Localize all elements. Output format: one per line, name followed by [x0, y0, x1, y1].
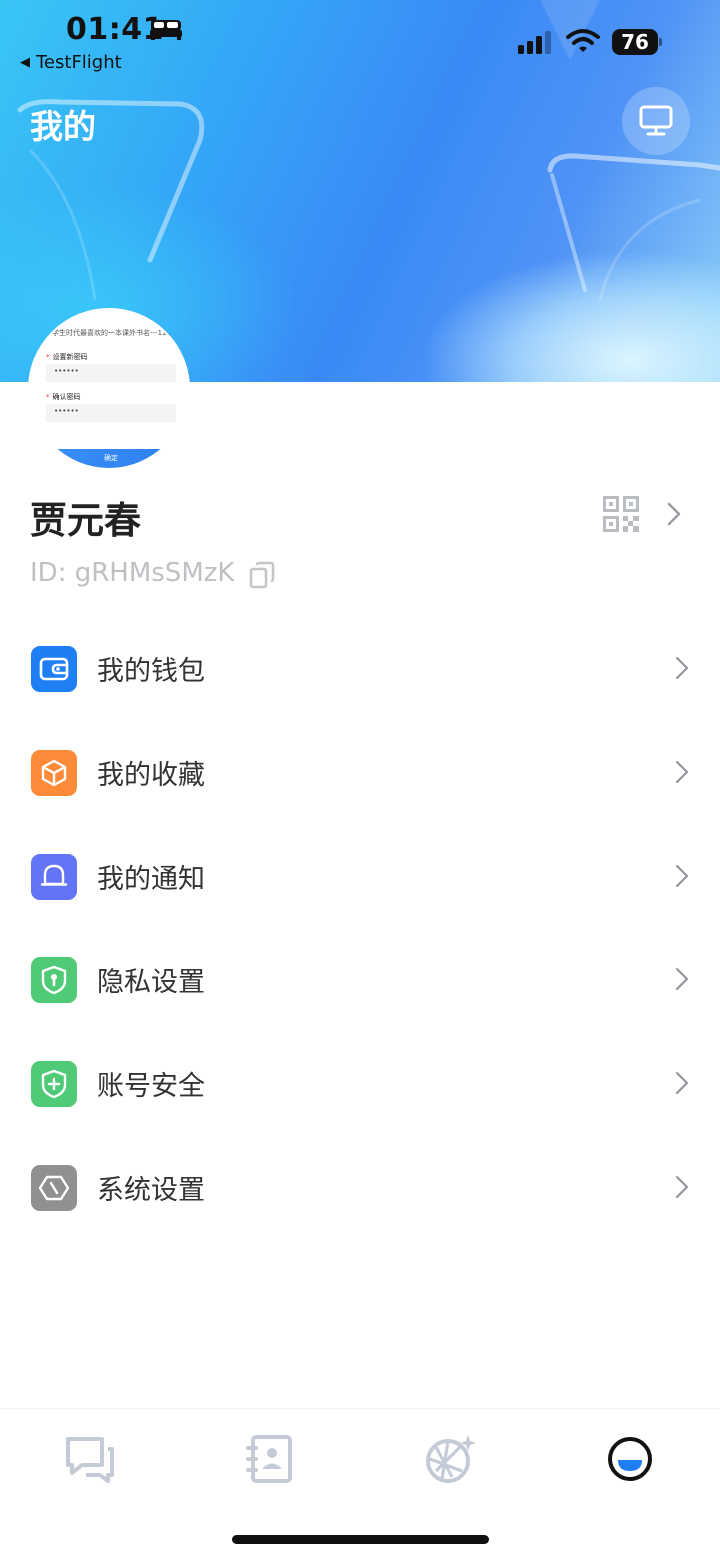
menu-item-favorites[interactable]: 我的收藏 [0, 722, 720, 822]
bell-icon [40, 864, 68, 886]
profile-chevron-icon[interactable] [666, 502, 682, 526]
menu-label: 我的钱包 [97, 656, 205, 687]
menu-item-privacy-settings[interactable]: 隐私设置 [0, 929, 720, 1029]
chevron-right-icon [676, 1176, 688, 1198]
me-icon [608, 1437, 652, 1481]
box-icon [41, 759, 67, 787]
chevron-right-icon [676, 968, 688, 990]
page-title: 我的 [30, 107, 96, 146]
user-id: ID: gRHMsSMzK [30, 558, 235, 588]
menu-icon-tile [31, 957, 77, 1003]
avatar-preview-confirm-button: 确定 [30, 449, 188, 468]
tab-contacts[interactable] [240, 1429, 300, 1489]
menu-icon-tile [31, 854, 77, 900]
sleep-focus-icon [150, 20, 182, 40]
menu-label: 我的收藏 [97, 760, 205, 791]
avatar-preview-new-password-value: •••••• [54, 367, 79, 375]
back-app-label: TestFlight [36, 52, 122, 73]
menu-icon-tile [31, 1061, 77, 1107]
menu-label: 系统设置 [97, 1175, 205, 1206]
desktop-login-button[interactable] [622, 87, 690, 155]
home-indicator [232, 1535, 489, 1544]
back-to-testflight[interactable]: ◀ TestFlight [20, 52, 122, 73]
tab-me[interactable] [600, 1429, 660, 1489]
menu-icon-tile [31, 750, 77, 796]
avatar-preview-confirm-password-label: * 确认密码 [46, 393, 81, 401]
menu-item-account-security[interactable]: 账号安全 [0, 1033, 720, 1133]
menu-item-notifications[interactable]: 我的通知 [0, 826, 720, 926]
copy-icon[interactable] [249, 561, 275, 589]
wifi-icon [566, 29, 600, 52]
menu-icon-tile [31, 646, 77, 692]
qr-code-icon[interactable] [603, 496, 639, 532]
battery-nub [659, 38, 662, 46]
tab-chats[interactable] [60, 1429, 120, 1489]
menu-item-system-settings[interactable]: 系统设置 [0, 1137, 720, 1237]
avatar-preview-confirm-password-value: •••••• [54, 407, 79, 415]
menu-item-wallet[interactable]: 我的钱包 [0, 618, 720, 718]
shield-lock-icon [41, 965, 67, 995]
chevron-right-icon [676, 1072, 688, 1094]
menu-label: 隐私设置 [97, 967, 205, 998]
wallet-icon [39, 657, 69, 681]
menu-label: 我的通知 [97, 864, 205, 895]
hexagon-settings-icon [38, 1175, 70, 1201]
shield-plus-icon [41, 1069, 67, 1099]
battery-level: 76 [621, 30, 649, 54]
avatar-preview-question: 学生时代最喜欢的一本课外书名---11 [52, 329, 167, 337]
chevron-right-icon [676, 761, 688, 783]
cellular-signal-icon [518, 31, 551, 54]
battery-indicator: 76 [612, 29, 662, 55]
discover-icon [426, 1435, 476, 1483]
tab-discover[interactable] [420, 1429, 480, 1489]
avatar[interactable]: 学生时代最喜欢的一本课外书名---11 * 设置新密码 •••••• * 确认密码 … [28, 308, 190, 470]
user-name: 贾元春 [30, 499, 141, 542]
chat-icon [66, 1437, 114, 1483]
menu-icon-tile [31, 1165, 77, 1211]
back-triangle-icon: ◀ [20, 55, 30, 70]
contacts-icon [246, 1435, 292, 1483]
chevron-right-icon [676, 865, 688, 887]
monitor-icon [639, 105, 673, 136]
avatar-preview-new-password-label: * 设置新密码 [46, 353, 88, 361]
menu-label: 账号安全 [97, 1071, 205, 1102]
chevron-right-icon [676, 657, 688, 679]
